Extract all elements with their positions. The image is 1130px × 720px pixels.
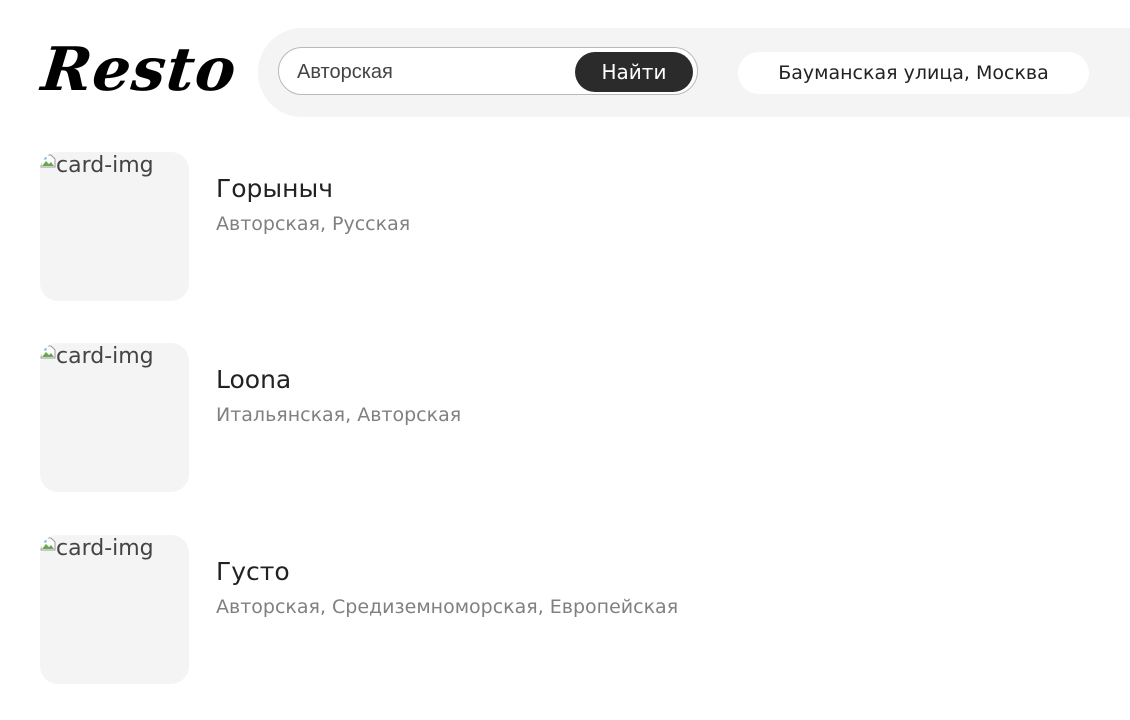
address-selector[interactable]: Бауманская улица, Москва — [738, 52, 1089, 94]
card-image[interactable]: card-img — [40, 152, 189, 301]
image-alt-text: card-img — [56, 344, 154, 369]
restaurant-cuisines: Авторская, Средиземноморская, Европейска… — [216, 596, 679, 618]
broken-image-icon — [40, 154, 56, 168]
card-image[interactable]: card-img — [40, 343, 189, 492]
restaurant-cuisines: Авторская, Русская — [216, 213, 411, 235]
restaurant-card[interactable]: card-img Loona Итальянская, Авторская — [40, 343, 740, 493]
image-alt-text: card-img — [56, 153, 154, 178]
search-button[interactable]: Найти — [575, 52, 693, 92]
restaurant-cuisines: Итальянская, Авторская — [216, 404, 462, 426]
logo[interactable]: Resto — [38, 30, 241, 110]
restaurant-name[interactable]: Густо — [216, 555, 290, 589]
broken-image-icon — [40, 537, 56, 551]
restaurant-name[interactable]: Горыныч — [216, 172, 333, 206]
image-alt-text: card-img — [56, 536, 154, 561]
restaurant-name[interactable]: Loona — [216, 363, 291, 397]
card-image[interactable]: card-img — [40, 535, 189, 684]
broken-image-icon — [40, 345, 56, 359]
search-input[interactable] — [297, 58, 567, 86]
search-box: Найти — [278, 47, 698, 95]
restaurant-card[interactable]: card-img Густо Авторская, Средиземноморс… — [40, 535, 740, 685]
top-bar: Найти Бауманская улица, Москва — [258, 28, 1130, 117]
restaurant-card[interactable]: card-img Горыныч Авторская, Русская — [40, 152, 740, 302]
header: Resto Найти Бауманская улица, Москва — [0, 0, 1130, 140]
